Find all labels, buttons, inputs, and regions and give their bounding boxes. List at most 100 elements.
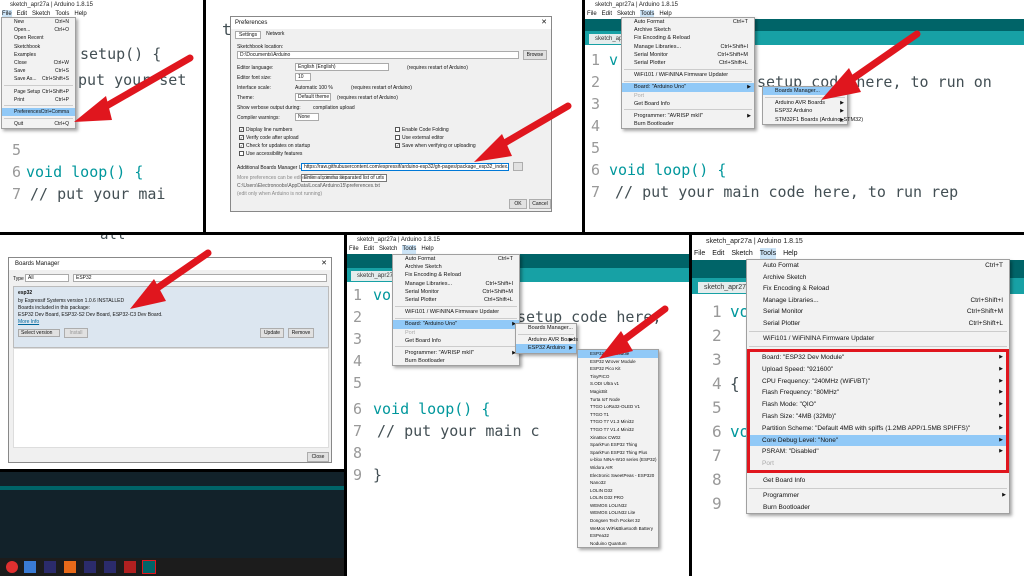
- language-select[interactable]: English (English): [295, 63, 389, 71]
- tools-menu-item[interactable]: WiFi101 / WiFiNINA Firmware Updater: [622, 71, 754, 79]
- boards-manager-item[interactable]: Boards Manager...: [516, 324, 576, 332]
- tools-menu-item[interactable]: Programmer ▶: [747, 490, 1009, 502]
- app-icon[interactable]: [84, 561, 96, 573]
- arduino-taskbar-icon[interactable]: [142, 560, 156, 574]
- tab-network[interactable]: Network: [263, 31, 287, 39]
- esp32-board-item[interactable]: LOLIN D32 PRO: [578, 494, 658, 502]
- app-icon[interactable]: [44, 561, 56, 573]
- file-menu-item[interactable]: Open... Ctrl+O: [2, 26, 75, 34]
- tools-menu-item[interactable]: Fix Encoding & Reload: [622, 34, 754, 42]
- menu-file[interactable]: File: [587, 10, 597, 19]
- tools-menu-item[interactable]: Fix Encoding & Reload: [393, 271, 519, 279]
- checkbox-row[interactable]: ✓ Display line numbers: [239, 127, 292, 133]
- menu-help[interactable]: Help: [74, 10, 86, 19]
- tools-menu-item[interactable]: Manage Libraries... Ctrl+Shift+I: [622, 43, 754, 51]
- esp32-board-item[interactable]: WeMos WiFi&Bluetooth Battery: [578, 525, 658, 533]
- tools-menu-item[interactable]: WiFi101 / WiFiNINA Firmware Updater: [393, 308, 519, 316]
- menu-sketch[interactable]: Sketch: [379, 245, 397, 254]
- tools-menu-item[interactable]: Auto Format Ctrl+T: [747, 260, 1009, 272]
- menu-edit[interactable]: Edit: [602, 10, 612, 19]
- file-menu-item[interactable]: Open Recent: [2, 34, 75, 42]
- tools-menu-item[interactable]: Burn Bootloader: [622, 120, 754, 128]
- tools-menu-item[interactable]: Serial Monitor Ctrl+Shift+M: [393, 288, 519, 296]
- tools-menu-item[interactable]: Serial Monitor Ctrl+Shift+M: [747, 306, 1009, 318]
- tools-menu-item[interactable]: Archive Sketch: [393, 263, 519, 271]
- esp32-board-item[interactable]: SparkFun ESP32 Thing: [578, 441, 658, 449]
- menu-file[interactable]: File: [349, 245, 359, 254]
- tools-menu-item[interactable]: Auto Format Ctrl+T: [393, 255, 519, 263]
- tools-menu-item[interactable]: Get Board Info: [393, 337, 519, 345]
- esp32-board-item[interactable]: Noduino Quantum: [578, 540, 658, 548]
- board-setting-item-port[interactable]: Port: [750, 458, 1006, 470]
- close-button[interactable]: Close: [307, 452, 329, 462]
- esp32-board-item[interactable]: Electronic SweetPeas - ESP320: [578, 472, 658, 480]
- esp32-board-item[interactable]: WEMOS LOLIN32 Lite: [578, 509, 658, 517]
- board-setting-item[interactable]: Flash Mode: "QIO" ▶: [750, 399, 1006, 411]
- tools-menu-item[interactable]: Auto Format Ctrl+T: [622, 18, 754, 26]
- tab-settings[interactable]: Settings: [235, 31, 262, 39]
- esp32-board-item[interactable]: LOLIN D32: [578, 487, 658, 495]
- checkbox-row[interactable]: Use external editor: [395, 135, 444, 141]
- esp32-board-item[interactable]: Nano32: [578, 479, 658, 487]
- browse-button[interactable]: Browse: [523, 50, 547, 60]
- tools-menu-item[interactable]: Archive Sketch: [622, 26, 754, 34]
- menu-edit[interactable]: Edit: [364, 245, 374, 254]
- type-select[interactable]: All: [25, 274, 69, 282]
- esp32-board-item[interactable]: TTGO T7 V1.3 Mini32: [578, 418, 658, 426]
- board-setting-item[interactable]: Flash Frequency: "80MHz" ▶: [750, 387, 1006, 399]
- tools-menu-item[interactable]: Serial Plotter Ctrl+Shift+L: [393, 296, 519, 304]
- esp32-board-item[interactable]: ESP32 Pico Kit: [578, 365, 658, 373]
- checkbox-row[interactable]: Enable Code Folding: [395, 127, 449, 133]
- board-family-item[interactable]: ESP32 Arduino ▶: [763, 107, 847, 115]
- esp32-board-item[interactable]: S.ODI Ultra v1: [578, 380, 658, 388]
- esp32-board-item[interactable]: MagicBit: [578, 388, 658, 396]
- tools-menu-item-board[interactable]: Board: "Arduino Uno"▶: [622, 83, 754, 92]
- esp32-board-item[interactable]: ESPea32: [578, 532, 658, 540]
- ok-button[interactable]: OK: [509, 199, 527, 209]
- tools-menu-item[interactable]: Serial Plotter Ctrl+Shift+L: [622, 59, 754, 67]
- menu-tools[interactable]: Tools: [402, 245, 417, 254]
- install-button[interactable]: Install: [64, 328, 88, 338]
- sketchbook-input[interactable]: D:\Documents\Arduino: [237, 51, 519, 59]
- board-setting-item[interactable]: Upload Speed: "921600" ▶: [750, 364, 1006, 376]
- esp32-board-item[interactable]: TTGO T7 V1.4 Mini32: [578, 426, 658, 434]
- tools-menu-item[interactable]: Archive Sketch: [747, 272, 1009, 284]
- checkbox-row[interactable]: ✓ Verify code after upload: [239, 135, 299, 141]
- app-icon[interactable]: [104, 561, 116, 573]
- esp32-board-item[interactable]: TTGO T1: [578, 411, 658, 419]
- app-icon[interactable]: [64, 561, 76, 573]
- board-setting-item[interactable]: Board: "ESP32 Dev Module" ▶: [750, 352, 1006, 364]
- tools-menu-item-board[interactable]: Board: "Arduino Uno"▶: [393, 320, 519, 329]
- checkbox-row[interactable]: ✓ Check for updates on startup: [239, 143, 310, 149]
- checkbox-row[interactable]: Use accessibility features: [239, 151, 302, 157]
- board-family-item-esp32[interactable]: ESP32 Arduino ▶: [516, 344, 576, 353]
- esp32-board-item[interactable]: Turta IoT Node: [578, 396, 658, 404]
- esp32-board-item[interactable]: TTGO LoRa32-OLED V1: [578, 403, 658, 411]
- close-icon[interactable]: ✕: [541, 18, 547, 26]
- board-setting-item[interactable]: PSRAM: "Disabled" ▶: [750, 446, 1006, 458]
- esp32-board-item[interactable]: Dongsen Tech Pocket 32: [578, 517, 658, 525]
- app-icon[interactable]: [24, 561, 36, 573]
- esp32-board-item[interactable]: TinyPICO: [578, 373, 658, 381]
- interface-scale-value[interactable]: Automatic 100 %: [295, 85, 333, 91]
- file-menu-item[interactable]: New Ctrl+N: [2, 18, 75, 26]
- esp32-board-item[interactable]: SparkFun ESP32 Thing Plus: [578, 449, 658, 457]
- tools-menu-item[interactable]: Fix Encoding & Reload: [747, 283, 1009, 295]
- tools-menu-item[interactable]: Burn Bootloader: [747, 502, 1009, 514]
- menu-edit[interactable]: Edit: [712, 248, 724, 260]
- tools-menu-item[interactable]: Serial Plotter Ctrl+Shift+L: [747, 318, 1009, 330]
- tools-menu-item[interactable]: Manage Libraries... Ctrl+Shift+I: [393, 280, 519, 288]
- tools-menu-item[interactable]: Programmer: "AVRISP mkII"▶: [622, 112, 754, 120]
- menu-help[interactable]: Help: [421, 245, 433, 254]
- menu-file[interactable]: File: [694, 248, 705, 260]
- version-select[interactable]: Select version: [18, 329, 60, 337]
- tools-menu-item[interactable]: WiFi101 / WiFiNINA Firmware Updater: [747, 333, 1009, 345]
- tools-menu-item[interactable]: Burn Bootloader: [393, 357, 519, 365]
- board-family-item[interactable]: STM32F1 Boards (Arduino_STM32) ▶: [763, 116, 863, 124]
- tools-menu-item[interactable]: Manage Libraries... Ctrl+Shift+I: [747, 295, 1009, 307]
- board-setting-item[interactable]: Partition Scheme: "Default 4MB with spif…: [750, 423, 1006, 435]
- board-setting-item-core-debug[interactable]: Core Debug Level: "None" ▶: [750, 434, 1006, 447]
- tools-menu-item[interactable]: Get Board Info: [747, 475, 1009, 487]
- esp32-board-item[interactable]: XinaBox CW02: [578, 434, 658, 442]
- esp32-board-item[interactable]: Widora AIR: [578, 464, 658, 472]
